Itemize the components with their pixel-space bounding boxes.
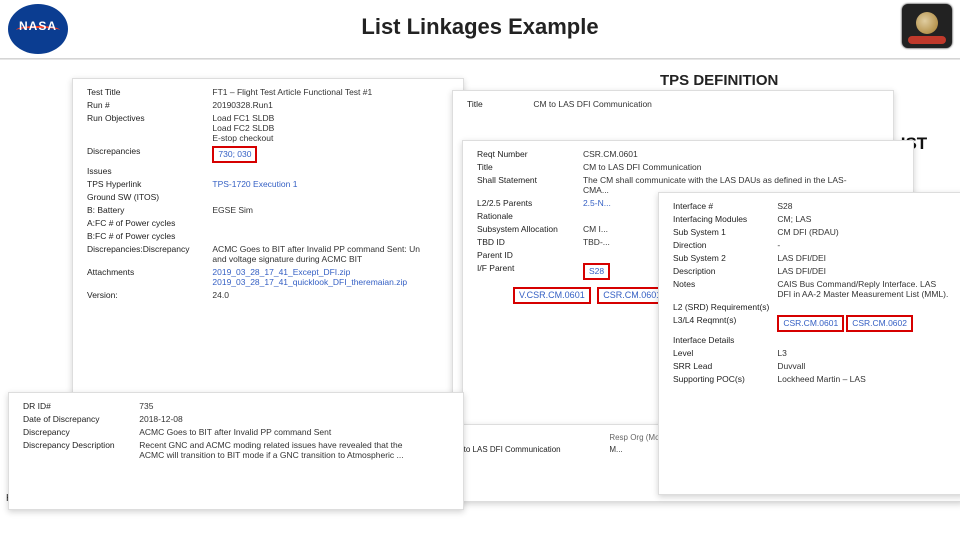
field-value: 20190328.Run1 bbox=[208, 98, 453, 111]
field-label: Reqt Number bbox=[473, 147, 579, 160]
nasa-logo-text: NASA bbox=[8, 19, 68, 33]
field-value: CSR.CM.0601CSR.CM.0602 bbox=[773, 313, 954, 333]
if-table: Interface #S28Interfacing ModulesCM; LAS… bbox=[669, 199, 954, 385]
vdet-cell: CM to LAS DFI Communication bbox=[445, 443, 605, 455]
field-label: Rationale bbox=[473, 209, 579, 222]
field-value: S28 bbox=[773, 199, 954, 212]
field-label: B: Battery bbox=[83, 203, 208, 216]
dr-table: DR ID#735Date of Discrepancy2018-12-08Di… bbox=[19, 399, 453, 461]
field-label: Ground SW (ITOS) bbox=[83, 190, 208, 203]
field-label: L3/L4 Reqmnt(s) bbox=[669, 313, 773, 333]
field-value bbox=[773, 300, 954, 313]
field-label: Title bbox=[473, 160, 579, 173]
field-label: A:FC # of Power cycles bbox=[83, 216, 208, 229]
field-label: Discrepancies:Discrepancy bbox=[83, 242, 208, 265]
field-value: ACMC Goes to BIT after Invalid PP comman… bbox=[135, 425, 453, 438]
field-value: 2019_03_28_17_41_Except_DFI.zip2019_03_2… bbox=[208, 265, 453, 288]
field-label: Shall Statement bbox=[473, 173, 579, 196]
field-label: Run Objectives bbox=[83, 111, 208, 144]
field-value: 2018-12-08 bbox=[135, 412, 453, 425]
field-value bbox=[208, 164, 453, 177]
field-label: DR ID# bbox=[19, 399, 135, 412]
vrm-title-label: Title bbox=[463, 97, 529, 110]
field-value: LAS DFI/DEI bbox=[773, 251, 954, 264]
panel-interface-list: Interface #S28Interfacing ModulesCM; LAS… bbox=[658, 192, 960, 495]
field-label: Notes bbox=[669, 277, 773, 300]
if-parent-link[interactable]: S28 bbox=[583, 263, 610, 280]
field-value bbox=[208, 216, 453, 229]
field-label: Version: bbox=[83, 288, 208, 301]
field-value: TPS-1720 Execution 1 bbox=[208, 177, 453, 190]
field-value: CSR.CM.0601 bbox=[579, 147, 903, 160]
field-label: Issues bbox=[83, 164, 208, 177]
field-label: Supporting POC(s) bbox=[669, 372, 773, 385]
field-label: L2 (SRD) Requirement(s) bbox=[669, 300, 773, 313]
orion-badge bbox=[902, 4, 952, 48]
field-label: L2/2.5 Parents bbox=[473, 196, 579, 209]
field-value bbox=[208, 229, 453, 242]
field-value: CM to LAS DFI Communication bbox=[579, 160, 903, 173]
field-value: CAIS Bus Command/Reply Interface. LAS DF… bbox=[773, 277, 954, 300]
field-label: Direction bbox=[669, 238, 773, 251]
field-value: FT1 – Flight Test Article Functional Tes… bbox=[208, 85, 453, 98]
field-value: Recent GNC and ACMC moding related issue… bbox=[135, 438, 453, 461]
field-label: Sub System 2 bbox=[669, 251, 773, 264]
field-label: Level bbox=[669, 346, 773, 359]
field-label: Test Title bbox=[83, 85, 208, 98]
field-value: - bbox=[773, 238, 954, 251]
field-value: Load FC1 SLDBLoad FC2 SLDBE-stop checkou… bbox=[208, 111, 453, 144]
if-req-link[interactable]: CSR.CM.0602 bbox=[846, 315, 913, 332]
panel-integrated-run-matrix: Test TitleFT1 – Flight Test Article Func… bbox=[72, 78, 464, 396]
nasa-logo: NASA bbox=[8, 4, 68, 54]
field-label: Interfacing Modules bbox=[669, 212, 773, 225]
panel-discrepancy-list: DR ID#735Date of Discrepancy2018-12-08Di… bbox=[8, 392, 464, 510]
field-value: 735 bbox=[135, 399, 453, 412]
field-value bbox=[208, 190, 453, 203]
field-value: CM DFI (RDAU) bbox=[773, 225, 954, 238]
req-footer-box-1[interactable]: V.CSR.CM.0601 bbox=[513, 287, 591, 304]
field-label: Subsystem Allocation bbox=[473, 222, 579, 235]
field-label: Interface Details bbox=[669, 333, 773, 346]
field-label: Discrepancy bbox=[19, 425, 135, 438]
field-value: Lockheed Martin – LAS bbox=[773, 372, 954, 385]
if-req-link[interactable]: CSR.CM.0601 bbox=[777, 315, 844, 332]
vdet-header: Title bbox=[445, 431, 605, 443]
field-value: CM; LAS bbox=[773, 212, 954, 225]
vrm-title-value: CM to LAS DFI Communication bbox=[529, 97, 883, 110]
field-label: TPS Hyperlink bbox=[83, 177, 208, 190]
field-label: Parent ID bbox=[473, 248, 579, 261]
field-value: ACMC Goes to BIT after Invalid PP comman… bbox=[208, 242, 453, 265]
field-label: B:FC # of Power cycles bbox=[83, 229, 208, 242]
field-label: Sub System 1 bbox=[669, 225, 773, 238]
field-label: Attachments bbox=[83, 265, 208, 288]
page-title: List Linkages Example bbox=[0, 0, 960, 40]
irm-table: Test TitleFT1 – Flight Test Article Func… bbox=[83, 85, 453, 301]
field-value: Duvvall bbox=[773, 359, 954, 372]
header-rule bbox=[0, 58, 960, 60]
field-label: Run # bbox=[83, 98, 208, 111]
field-value: 24.0 bbox=[208, 288, 453, 301]
field-label: TBD ID bbox=[473, 235, 579, 248]
field-label: Discrepancies bbox=[83, 144, 208, 164]
field-label: SRR Lead bbox=[669, 359, 773, 372]
field-value: LAS DFI/DEI bbox=[773, 264, 954, 277]
field-value: EGSE Sim bbox=[208, 203, 453, 216]
discrepancy-link[interactable]: 730; 030 bbox=[212, 146, 257, 163]
field-label: Date of Discrepancy bbox=[19, 412, 135, 425]
field-label: Description bbox=[669, 264, 773, 277]
field-value: L3 bbox=[773, 346, 954, 359]
field-label: Interface # bbox=[669, 199, 773, 212]
field-label: Discrepancy Description bbox=[19, 438, 135, 461]
field-value bbox=[773, 333, 954, 346]
label-tps-definition: TPS DEFINITION bbox=[660, 72, 778, 89]
field-value: 730; 030 bbox=[208, 144, 453, 164]
field-label: I/F Parent bbox=[473, 261, 579, 281]
